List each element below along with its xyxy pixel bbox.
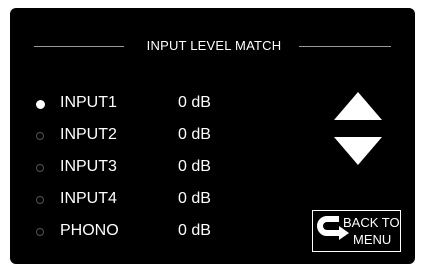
page-title: INPUT LEVEL MATCH <box>146 38 282 53</box>
title-divider-right <box>299 46 391 47</box>
back-button-label-line2: MENU <box>353 232 392 247</box>
back-to-menu-button[interactable]: BACK TO MENU <box>312 210 401 252</box>
input-level-value: 0 dB <box>178 222 211 239</box>
back-button-label-line1: BACK TO <box>343 215 400 230</box>
input-row-input4[interactable]: INPUT4 0 dB <box>36 190 256 212</box>
input-label: INPUT2 <box>60 126 117 143</box>
triangle-up-icon[interactable] <box>334 92 382 120</box>
input-label: PHONO <box>60 222 119 239</box>
radio-indicator <box>36 164 44 172</box>
title-row: INPUT LEVEL MATCH <box>34 36 391 56</box>
input-label: INPUT1 <box>60 94 117 111</box>
radio-indicator-selected <box>36 100 45 109</box>
input-row-input1[interactable]: INPUT1 0 dB <box>36 94 256 116</box>
input-row-input3[interactable]: INPUT3 0 dB <box>36 158 256 180</box>
input-level-match-screen: INPUT LEVEL MATCH INPUT1 0 dB INPUT2 0 d… <box>10 8 415 264</box>
input-level-value: 0 dB <box>178 158 211 175</box>
input-level-value: 0 dB <box>178 94 211 111</box>
input-label: INPUT4 <box>60 190 117 207</box>
radio-indicator <box>36 228 44 236</box>
triangle-down-icon[interactable] <box>334 137 382 165</box>
input-row-input2[interactable]: INPUT2 0 dB <box>36 126 256 148</box>
input-row-phono[interactable]: PHONO 0 dB <box>36 222 256 244</box>
radio-indicator <box>36 196 44 204</box>
input-level-value: 0 dB <box>178 126 211 143</box>
input-level-value: 0 dB <box>178 190 211 207</box>
title-divider-left <box>34 46 124 47</box>
radio-indicator <box>36 132 44 140</box>
input-label: INPUT3 <box>60 158 117 175</box>
